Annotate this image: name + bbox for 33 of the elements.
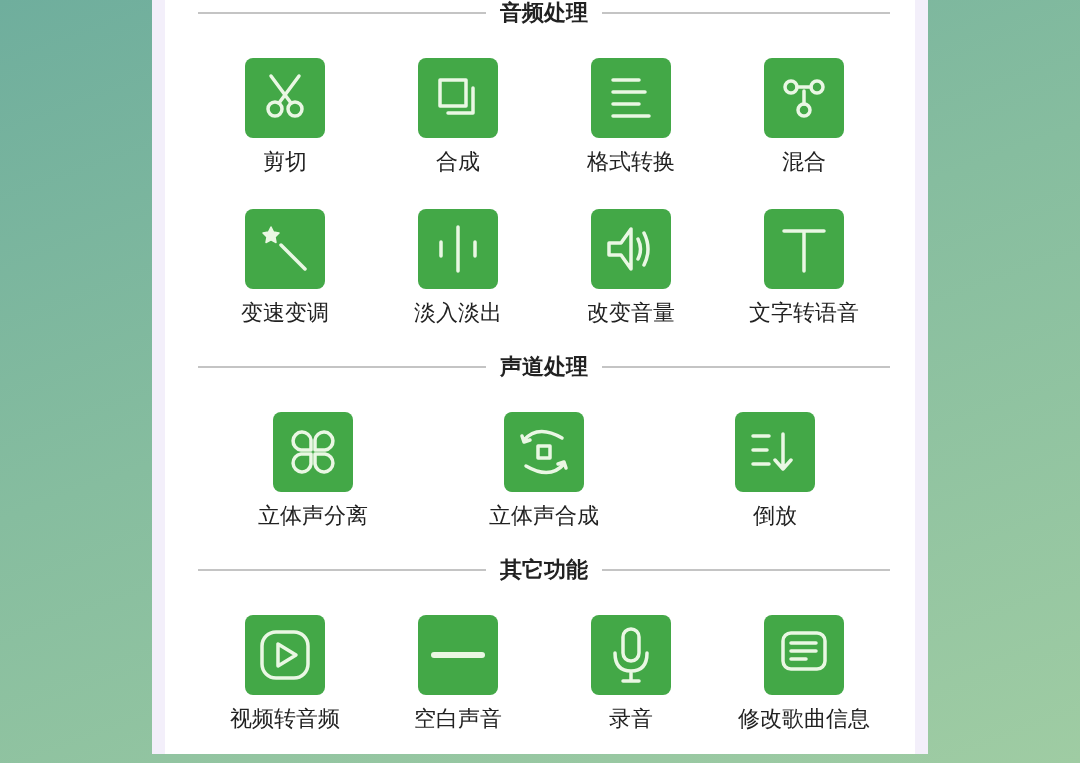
tool-button[interactable]: 剪切 [244,58,325,174]
speaker-icon [590,209,671,289]
section-heading: 音频处理 [500,0,588,26]
tool-button[interactable]: 立体声合成 [489,412,599,528]
tool-button[interactable]: 录音 [590,615,671,731]
mic-icon [590,615,671,695]
tool-button[interactable]: 合成 [417,58,498,174]
tool-button[interactable]: 淡入淡出 [413,209,502,325]
sort-icon [734,412,815,492]
section-heading: 其它功能 [500,557,588,583]
tool-button[interactable]: 修改歌曲信息 [737,615,870,731]
tool-button[interactable]: 文字转语音 [748,209,859,325]
lines-icon [590,58,671,138]
scissors-icon [244,58,325,138]
nodes-icon [763,58,844,138]
layers-icon [417,58,498,138]
tool-button[interactable]: 视频转音频 [229,615,340,731]
tool-button[interactable]: 混合 [763,58,844,174]
tool-button[interactable]: 变速变调 [240,209,329,325]
play-icon [244,615,325,695]
tool-button[interactable]: 格式转换 [586,58,675,174]
tool-button[interactable]: 改变音量 [586,209,675,325]
minus-icon [417,615,498,695]
text-icon [763,209,844,289]
tool-button[interactable]: 倒放 [734,412,815,528]
message-icon [763,615,844,695]
clover-icon [273,412,354,492]
section-heading: 声道处理 [500,354,588,380]
tool-button[interactable]: 立体声分离 [258,412,369,528]
swap-icon [504,412,584,492]
wave-icon [417,209,498,289]
wand-icon [244,209,325,289]
tool-button[interactable]: 空白声音 [413,615,502,731]
